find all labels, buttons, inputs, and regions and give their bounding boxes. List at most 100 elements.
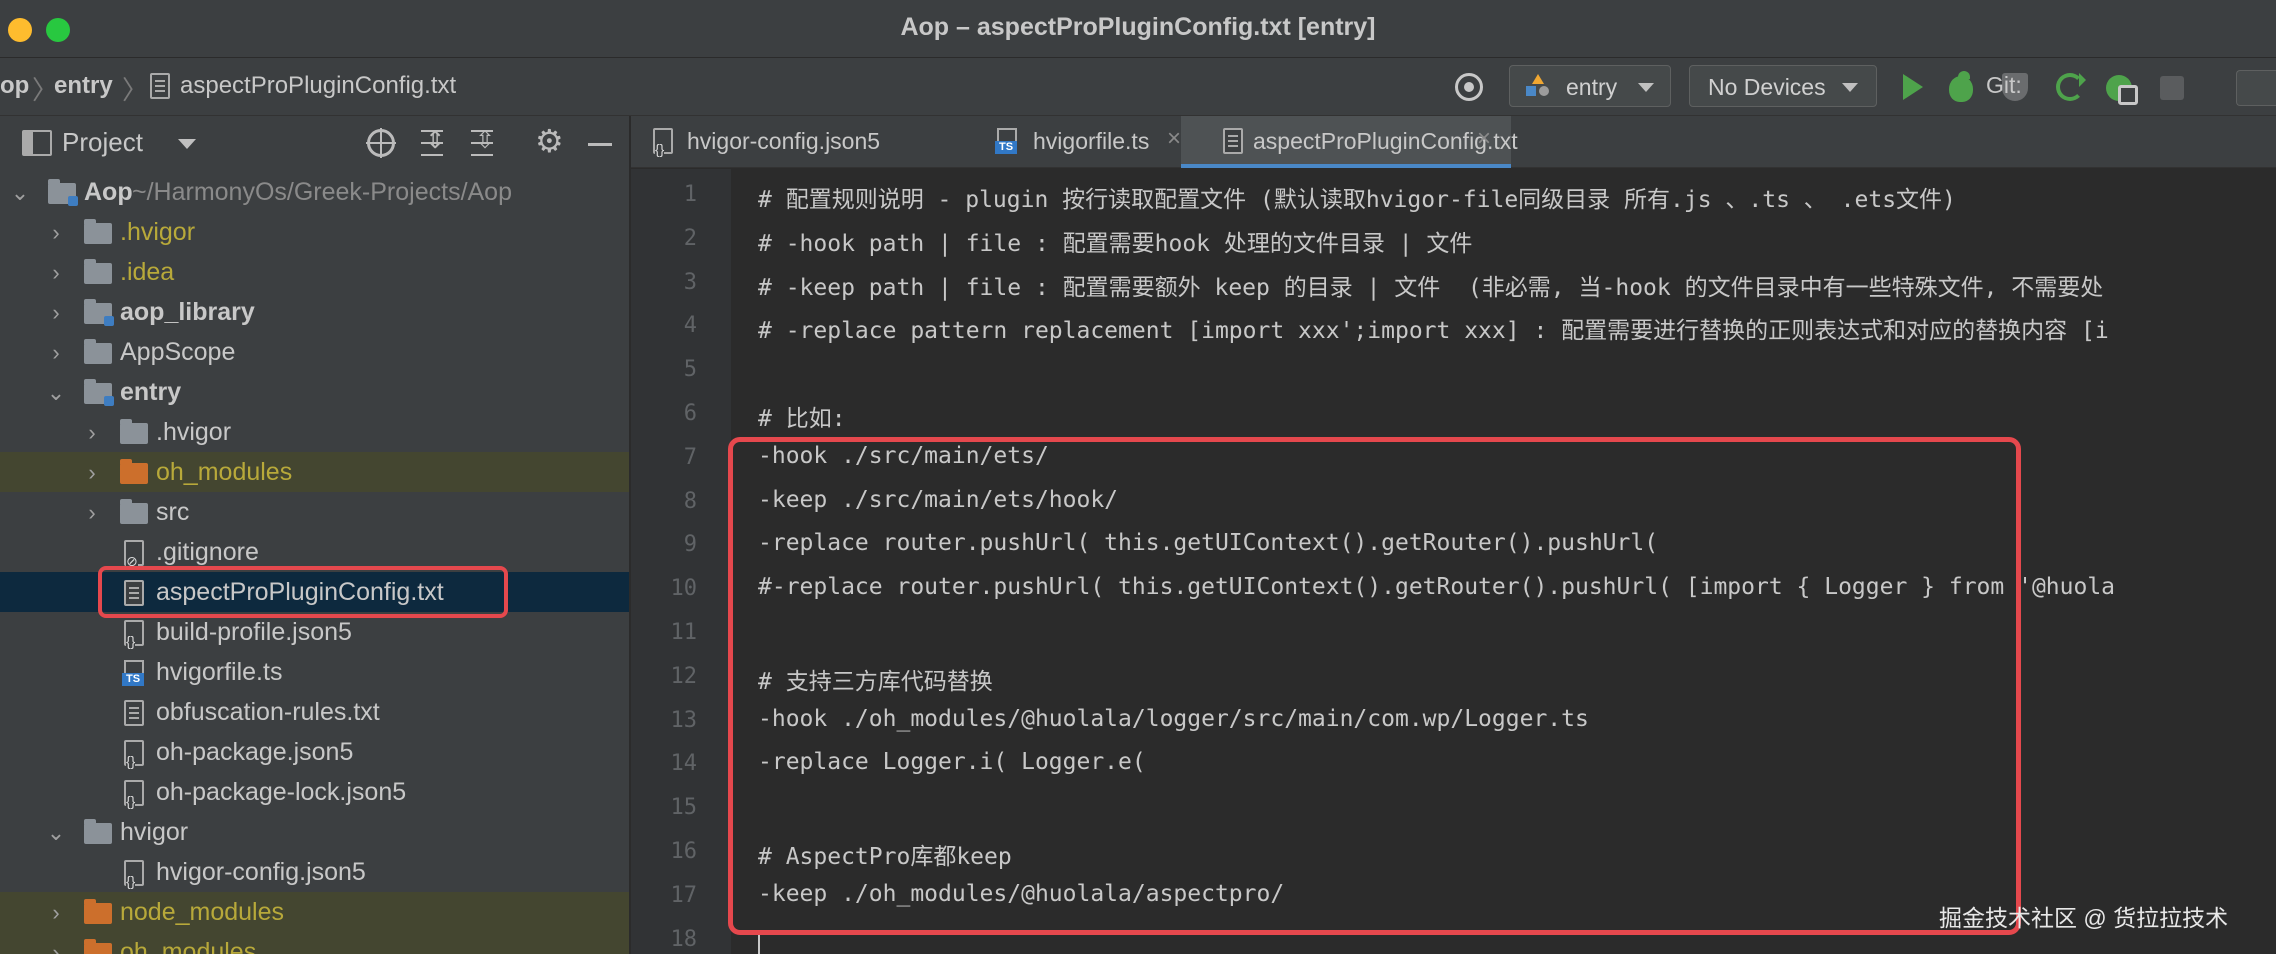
line-number: 8 <box>683 489 697 514</box>
tree-item-oh-modules[interactable]: › oh_modules <box>0 932 629 954</box>
text-file-icon <box>124 700 144 726</box>
code-line[interactable]: # 比如: <box>758 399 846 433</box>
tree-item-label: .idea <box>120 258 175 286</box>
chevron-right-icon[interactable]: › <box>46 900 66 926</box>
code-line[interactable]: # -hook path | file : 配置需要hook 处理的文件目录 |… <box>758 224 1472 258</box>
tree-item-label: oh-package.json5 <box>156 738 354 766</box>
collapse-all-icon[interactable] <box>468 126 496 157</box>
line-number: 9 <box>683 532 697 557</box>
folder-icon <box>120 499 148 524</box>
tab-label: hvigorfile.ts <box>1033 128 1150 154</box>
tree-item-label: .gitignore <box>156 538 259 566</box>
stop-icon[interactable] <box>2160 76 2184 100</box>
line-number: 1 <box>683 182 697 207</box>
code-line[interactable]: # -replace pattern replacement [import x… <box>758 311 2109 345</box>
tab-label: hvigor-config.json5 <box>687 128 881 154</box>
chevron-right-icon[interactable]: › <box>82 500 102 526</box>
chevron-right-icon[interactable]: › <box>46 300 66 326</box>
tree-item-src[interactable]: › src <box>0 492 629 532</box>
breadcrumb-file[interactable]: aspectProPluginConfig.txt <box>180 72 456 100</box>
gitignore-file-icon <box>124 540 144 568</box>
tree-item-appscope[interactable]: › AppScope <box>0 332 629 372</box>
folder-icon <box>120 419 148 444</box>
chevron-down-icon <box>1638 83 1654 92</box>
run-icon[interactable] <box>1903 74 1923 100</box>
tree-item-label: AppScope <box>120 338 236 366</box>
window-title: Aop – aspectProPluginConfig.txt [entry] <box>900 13 1376 41</box>
chevron-right-icon[interactable]: › <box>46 220 66 246</box>
breadcrumb-entry[interactable]: entry <box>54 72 113 100</box>
code-line[interactable]: # 配置规则说明 - plugin 按行读取配置文件 (默认读取hvigor-f… <box>758 180 1956 214</box>
tree-item-entry-hvigor[interactable]: › .hvigor <box>0 412 629 452</box>
tree-item-node-modules[interactable]: › node_modules <box>0 892 629 932</box>
excluded-folder-icon <box>84 899 112 924</box>
expand-all-icon[interactable] <box>418 126 446 157</box>
chevron-right-icon[interactable]: › <box>46 260 66 286</box>
module-folder-icon <box>48 179 78 206</box>
close-icon[interactable]: × <box>1477 125 1491 153</box>
line-number: 18 <box>670 927 698 952</box>
tab-aspectpro-config[interactable]: aspectProPluginConfig.txt × <box>1181 116 1518 168</box>
tree-item-entry[interactable]: ⌄ entry <box>0 372 629 412</box>
tree-item-obfuscation-rules[interactable]: obfuscation-rules.txt <box>0 692 629 732</box>
breadcrumb-project[interactable]: op <box>0 72 29 100</box>
code-line[interactable]: # -keep path | file : 配置需要额外 keep 的目录 | … <box>758 268 2103 302</box>
run-config-dropdown[interactable]: entry <box>1509 65 1671 107</box>
line-number: 17 <box>670 883 698 908</box>
line-number: 6 <box>683 401 697 426</box>
chevron-right-icon[interactable]: › <box>82 420 102 446</box>
folder-icon <box>84 339 112 364</box>
git-dropdown[interactable] <box>2236 70 2276 106</box>
tree-item-hvigor-root[interactable]: › .hvigor <box>0 212 629 252</box>
tree-item-hvigor-config[interactable]: hvigor-config.json5 <box>0 852 629 892</box>
tree-item-hvigor[interactable]: ⌄ hvigor <box>0 812 629 852</box>
tree-item-hvigorfile[interactable]: hvigorfile.ts <box>0 652 629 692</box>
highlight-annotation <box>98 566 508 618</box>
target-icon[interactable] <box>1455 73 1483 101</box>
gear-icon[interactable]: ⚙ <box>535 122 564 159</box>
debug-icon[interactable] <box>1949 71 1973 102</box>
device-label: No Devices <box>1708 74 1826 100</box>
tree-item-label: aop_library <box>120 298 255 326</box>
line-number: 13 <box>670 708 698 733</box>
chevron-down-icon[interactable]: ⌄ <box>46 380 66 406</box>
tree-item-entry-oh-modules[interactable]: › oh_modules <box>0 452 629 492</box>
tree-item-label: hvigor-config.json5 <box>156 858 366 886</box>
highlight-annotation <box>728 437 2021 935</box>
tree-item-build-profile[interactable]: build-profile.json5 <box>0 612 629 652</box>
tab-hvigor-config[interactable]: hvigor-config.json5 <box>641 116 1011 168</box>
chevron-right-icon[interactable]: › <box>82 460 102 486</box>
chevron-down-icon[interactable]: ⌄ <box>46 820 66 846</box>
tree-item-aop[interactable]: ⌄ Aop ~/HarmonyOs/Greek-Projects/Aop <box>0 172 629 212</box>
tree-item-label: oh_modules <box>156 458 293 486</box>
project-panel: Project ⚙ ⌄ Aop ~/HarmonyOs/Greek-Projec… <box>0 116 630 954</box>
line-number: 12 <box>670 664 698 689</box>
module-folder-icon <box>84 379 114 406</box>
tree-item-oh-package[interactable]: oh-package.json5 <box>0 732 629 772</box>
hide-panel-icon[interactable] <box>586 129 614 157</box>
tree-item-label: oh_modules <box>120 938 257 954</box>
project-panel-title[interactable]: Project <box>62 127 143 158</box>
chevron-down-icon[interactable]: ⌄ <box>10 180 30 206</box>
run-config-label: entry <box>1566 74 1618 100</box>
module-icon <box>1526 74 1550 98</box>
editor-tab-bar: hvigor-config.json5 hvigorfile.ts × aspe… <box>631 116 2276 168</box>
git-label: Git: <box>1986 72 2022 98</box>
chevron-right-icon[interactable]: › <box>46 940 66 954</box>
json5-file-icon <box>124 860 144 888</box>
select-opened-file-icon[interactable] <box>366 128 396 158</box>
tree-item-idea[interactable]: › .idea <box>0 252 629 292</box>
tree-item-oh-package-lock[interactable]: oh-package-lock.json5 <box>0 772 629 812</box>
profile-icon[interactable] <box>2106 75 2138 105</box>
tree-item-aop-library[interactable]: › aop_library <box>0 292 629 332</box>
line-number: 7 <box>683 445 697 470</box>
apply-changes-icon[interactable] <box>2056 73 2086 101</box>
line-number: 2 <box>683 226 697 251</box>
json5-file-icon <box>124 620 144 648</box>
tab-hvigorfile[interactable]: hvigorfile.ts × <box>961 116 1191 168</box>
close-icon[interactable]: × <box>1167 125 1181 153</box>
chevron-right-icon[interactable]: › <box>46 340 66 366</box>
device-dropdown[interactable]: No Devices <box>1689 65 1877 107</box>
folder-icon <box>84 219 112 244</box>
chevron-down-icon[interactable] <box>178 139 196 149</box>
